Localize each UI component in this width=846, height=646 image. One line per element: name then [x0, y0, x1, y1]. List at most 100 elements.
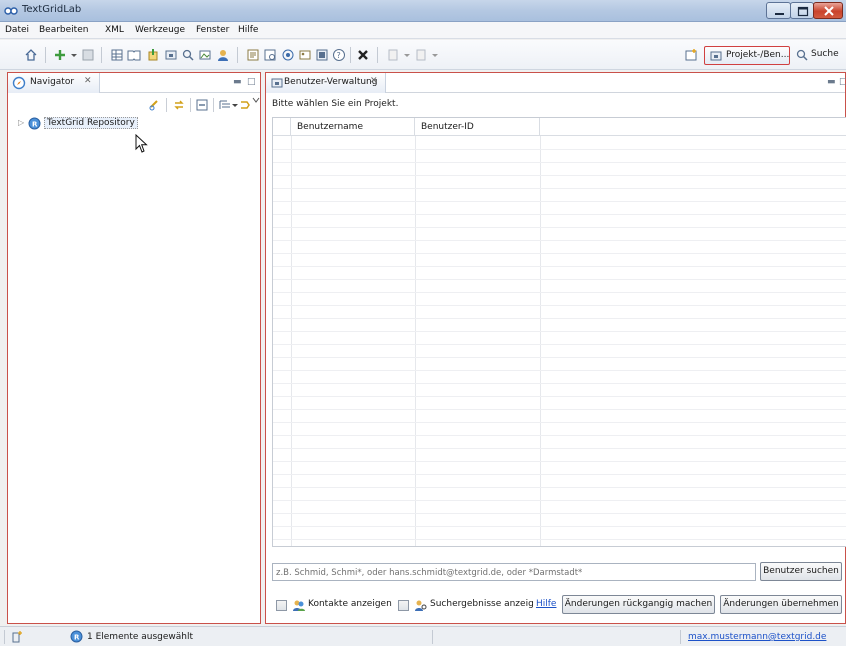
menu-werkzeuge[interactable]: Werkzeuge [135, 25, 185, 35]
navigator-toolbar [8, 94, 260, 116]
navigator-tabbar: Navigator ✕ ▬ □ [8, 73, 260, 93]
title-bar: TextGridLab [0, 0, 846, 22]
open-perspective-icon[interactable] [684, 48, 698, 62]
table-header-userid[interactable]: Benutzer-ID [415, 118, 540, 136]
editor-icon[interactable] [246, 48, 260, 62]
user-icon[interactable] [216, 48, 230, 62]
table-row-line [273, 188, 846, 189]
filter-icon[interactable] [218, 98, 232, 112]
table-row-line [273, 487, 846, 488]
gallery-icon[interactable] [298, 48, 312, 62]
delete-icon[interactable] [356, 48, 370, 62]
project-icon[interactable] [164, 48, 178, 62]
toolbar-separator [350, 47, 351, 63]
maximize-button[interactable] [790, 2, 814, 19]
help-icon[interactable]: ? [332, 48, 346, 62]
show-contacts-checkbox[interactable] [276, 600, 287, 611]
toolbar-separator [101, 47, 102, 63]
perspective-projekt-button[interactable]: Projekt-/Ben... [704, 46, 790, 65]
toolbar-separator [45, 47, 46, 63]
menu-bearbeiten[interactable]: Bearbeiten [39, 25, 88, 35]
grid-view-icon[interactable] [110, 48, 124, 62]
table-row-line [273, 539, 846, 540]
apply-changes-button-label: Änderungen übernehmen [723, 599, 839, 609]
minimize-view-icon[interactable]: ▬ [233, 77, 242, 87]
console-icon[interactable] [315, 48, 329, 62]
compass-icon [12, 76, 26, 90]
table-row-line [273, 305, 846, 306]
main-toolbar: ? Projekt-/Ben... Suche [0, 40, 846, 70]
table-row-line [273, 461, 846, 462]
maximize-icon [797, 6, 809, 17]
apply-changes-button[interactable]: Änderungen übernehmen [720, 595, 842, 614]
tree-item-label: TextGrid Repository [44, 117, 138, 129]
maximize-view-icon[interactable]: □ [247, 77, 256, 87]
navigator-tree: ▷ R TextGrid Repository [8, 116, 260, 623]
dropdown-arrow-icon[interactable] [428, 48, 442, 62]
table-row-line [273, 526, 846, 527]
menu-fenster[interactable]: Fenster [196, 25, 229, 35]
mouse-cursor-icon [135, 134, 148, 153]
table-row-line [273, 214, 846, 215]
perspective-search-button[interactable]: Suche [794, 46, 844, 65]
minimize-view-icon[interactable]: ▬ [827, 77, 836, 87]
search-users-button-label: Benutzer suchen [763, 566, 839, 576]
network-icon[interactable] [281, 48, 295, 62]
close-window-button[interactable] [813, 2, 843, 19]
user-management-view: Benutzer-Verwaltung ✕ ▬ □ Bitte wählen S… [265, 72, 846, 624]
save-icon[interactable] [81, 48, 95, 62]
tab-user-management[interactable]: Benutzer-Verwaltung ✕ [266, 73, 386, 93]
preview-icon[interactable] [263, 48, 277, 62]
search-icon[interactable] [181, 48, 195, 62]
fast-view-icon[interactable] [10, 630, 24, 644]
show-results-checkbox[interactable] [398, 600, 409, 611]
close-icon [824, 6, 834, 16]
logged-in-user-link[interactable]: max.mustermann@textgrid.de [688, 632, 826, 642]
table-row-line [273, 357, 846, 358]
status-separator [680, 630, 681, 644]
user-search-input[interactable] [276, 566, 752, 579]
close-tab-icon[interactable]: ✕ [84, 76, 92, 86]
table-header-username[interactable]: Benutzername [291, 118, 415, 136]
home-icon[interactable] [24, 48, 38, 62]
table-row-line [273, 201, 846, 202]
table-row-line [273, 396, 846, 397]
sync-icon[interactable] [172, 98, 186, 112]
expand-icon[interactable]: ▷ [18, 118, 24, 127]
column-divider [540, 136, 541, 546]
import-icon[interactable] [146, 48, 160, 62]
back-icon[interactable] [386, 48, 400, 62]
dropdown-arrow-icon[interactable] [231, 98, 239, 112]
menu-hilfe[interactable]: Hilfe [238, 25, 258, 35]
tab-user-management-label: Benutzer-Verwaltung [284, 77, 378, 87]
maximize-view-icon[interactable]: □ [839, 77, 846, 87]
search-users-button[interactable]: Benutzer suchen [760, 562, 842, 581]
image-icon[interactable] [198, 48, 212, 62]
book-icon[interactable] [127, 48, 141, 62]
view-menu-icon[interactable] [251, 95, 261, 105]
link-icon[interactable] [148, 98, 162, 112]
dropdown-arrow-icon[interactable] [67, 48, 81, 62]
tab-navigator[interactable]: Navigator ✕ [8, 73, 100, 93]
table-row-line [273, 383, 846, 384]
repository-icon: R [28, 117, 41, 130]
minimize-icon [775, 13, 784, 15]
undo-changes-button[interactable]: Änderungen rückgangig machen [562, 595, 715, 614]
table-row-line [273, 435, 846, 436]
forward-icon[interactable] [414, 48, 428, 62]
column-divider [415, 136, 416, 546]
table-row-line [273, 409, 846, 410]
new-icon[interactable] [53, 48, 67, 62]
users-table[interactable]: Benutzername Benutzer-ID [272, 117, 846, 547]
close-tab-icon[interactable]: ✕ [370, 76, 378, 86]
menu-xml[interactable]: XML [105, 25, 124, 35]
dropdown-arrow-icon[interactable] [400, 48, 414, 62]
table-row-line [273, 240, 846, 241]
help-link[interactable]: Hilfe [536, 599, 556, 609]
menu-bar: Datei Bearbeiten XML Werkzeuge Fenster H… [0, 22, 846, 39]
table-row-line [273, 331, 846, 332]
menu-datei[interactable]: Datei [5, 25, 29, 35]
minimize-button[interactable] [766, 2, 791, 19]
user-search-field[interactable] [272, 563, 756, 581]
collapse-all-icon[interactable] [195, 98, 209, 112]
